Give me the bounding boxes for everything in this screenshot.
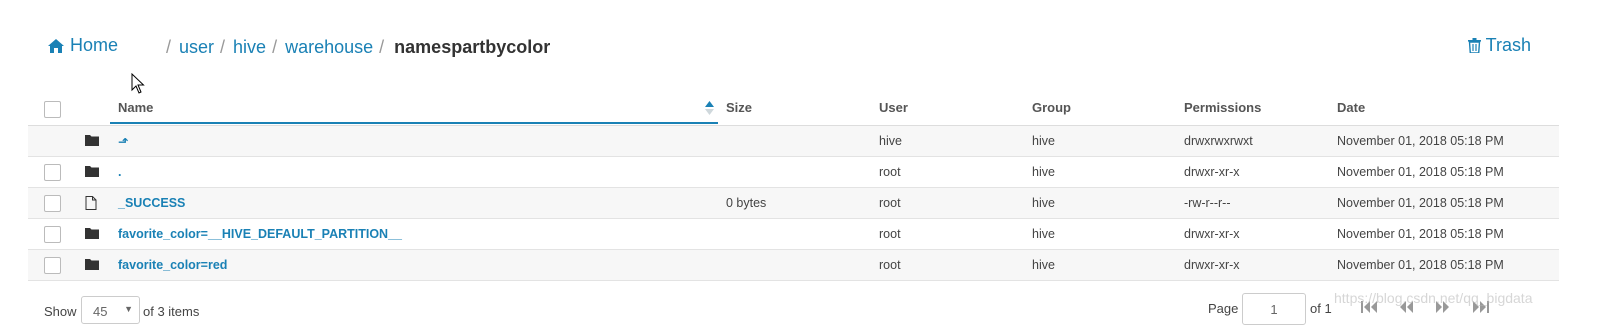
table-row[interactable]: . root hive drwxr-xr-x November 01, 2018… xyxy=(28,157,1559,188)
trash-icon xyxy=(1467,38,1481,53)
column-user[interactable]: User xyxy=(879,100,908,115)
breadcrumb-item-warehouse[interactable]: warehouse xyxy=(285,37,373,58)
file-table: Name Size User Group Permissions Date ⬏ … xyxy=(28,93,1559,281)
table-row[interactable]: _SUCCESS 0 bytes root hive -rw-r--r-- No… xyxy=(28,188,1559,219)
file-date: November 01, 2018 05:18 PM xyxy=(1337,134,1504,148)
mouse-cursor-icon xyxy=(131,73,145,94)
file-name-link[interactable]: . xyxy=(118,165,121,179)
page-size-select[interactable]: 45 ▼ xyxy=(81,296,140,324)
select-all-checkbox[interactable] xyxy=(44,101,61,118)
row-checkbox[interactable] xyxy=(44,164,61,181)
folder-icon xyxy=(85,228,99,239)
column-date[interactable]: Date xyxy=(1337,100,1365,115)
file-date: November 01, 2018 05:18 PM xyxy=(1337,227,1504,241)
page-label: Page xyxy=(1208,301,1239,316)
file-group: hive xyxy=(1032,196,1055,210)
table-row[interactable]: favorite_color=red root hive drwxr-xr-x … xyxy=(28,250,1559,281)
file-user: root xyxy=(879,196,901,210)
file-user: hive xyxy=(879,134,902,148)
breadcrumb-separator: / xyxy=(272,37,278,57)
table-row[interactable]: favorite_color=__HIVE_DEFAULT_PARTITION_… xyxy=(28,219,1559,250)
watermark: https://blog.csdn.net/qq_bigdata xyxy=(1334,290,1533,306)
table-row[interactable]: ⬏ hive hive drwxrwxrwxt November 01, 201… xyxy=(28,126,1559,157)
breadcrumb-current: namespartbycolor xyxy=(394,37,551,57)
sort-ascending-icon[interactable] xyxy=(705,101,714,115)
file-browser: Home / user / hive / warehouse / namespa… xyxy=(0,0,1611,328)
home-link[interactable]: Home xyxy=(48,35,118,56)
row-checkbox[interactable] xyxy=(44,195,61,212)
file-name-link[interactable]: ⬏ xyxy=(118,134,128,149)
file-group: hive xyxy=(1032,134,1055,148)
breadcrumb-separator: / xyxy=(166,37,172,57)
file-group: hive xyxy=(1032,165,1055,179)
item-count: of 3 items xyxy=(143,304,200,319)
row-checkbox[interactable] xyxy=(44,226,61,243)
file-group: hive xyxy=(1032,227,1055,241)
breadcrumb-separator: / xyxy=(220,37,226,57)
file-user: root xyxy=(879,258,901,272)
column-permissions[interactable]: Permissions xyxy=(1184,100,1261,115)
page-size-value: 45 xyxy=(93,304,108,319)
toolbar: Home / user / hive / warehouse / namespa… xyxy=(0,0,1611,95)
file-icon xyxy=(85,196,97,210)
folder-icon xyxy=(85,166,99,177)
table-header: Name Size User Group Permissions Date xyxy=(28,93,1559,126)
column-group[interactable]: Group xyxy=(1032,100,1071,115)
trash-button[interactable]: Trash xyxy=(1467,35,1531,56)
file-user: root xyxy=(879,165,901,179)
breadcrumb-item-hive[interactable]: hive xyxy=(233,37,266,58)
file-name-link[interactable]: favorite_color=__HIVE_DEFAULT_PARTITION_… xyxy=(118,227,402,241)
file-date: November 01, 2018 05:18 PM xyxy=(1337,165,1504,179)
column-size[interactable]: Size xyxy=(726,100,752,115)
file-permissions: drwxr-xr-x xyxy=(1184,227,1240,241)
file-permissions: drwxrwxrwxt xyxy=(1184,134,1253,148)
file-size: 0 bytes xyxy=(726,196,767,210)
file-permissions: -rw-r--r-- xyxy=(1184,196,1231,210)
show-label: Show xyxy=(44,304,77,319)
file-permissions: drwxr-xr-x xyxy=(1184,258,1240,272)
breadcrumb-separator: / xyxy=(379,37,385,57)
folder-icon xyxy=(85,135,99,146)
table-footer: Show 45 ▼ of 3 items Page 1 of 1 https:/… xyxy=(28,290,1559,328)
trash-label: Trash xyxy=(1485,35,1531,55)
home-label: Home xyxy=(70,35,119,55)
page-number-value: 1 xyxy=(1270,302,1278,317)
column-name[interactable]: Name xyxy=(118,100,153,115)
file-group: hive xyxy=(1032,258,1055,272)
page-count: of 1 xyxy=(1310,301,1332,316)
page-number-input[interactable]: 1 xyxy=(1242,293,1306,325)
file-name-link[interactable]: _SUCCESS xyxy=(118,196,185,210)
breadcrumb: / user / hive / warehouse / namespartbyc… xyxy=(166,37,550,58)
sort-indicator-underline xyxy=(110,122,718,124)
file-name-link[interactable]: favorite_color=red xyxy=(118,258,227,272)
dropdown-caret-icon: ▼ xyxy=(124,304,133,314)
breadcrumb-item-user[interactable]: user xyxy=(179,37,214,58)
file-user: root xyxy=(879,227,901,241)
folder-icon xyxy=(85,259,99,270)
row-checkbox[interactable] xyxy=(44,257,61,274)
home-icon xyxy=(48,38,64,53)
file-permissions: drwxr-xr-x xyxy=(1184,165,1240,179)
file-date: November 01, 2018 05:18 PM xyxy=(1337,258,1504,272)
file-date: November 01, 2018 05:18 PM xyxy=(1337,196,1504,210)
